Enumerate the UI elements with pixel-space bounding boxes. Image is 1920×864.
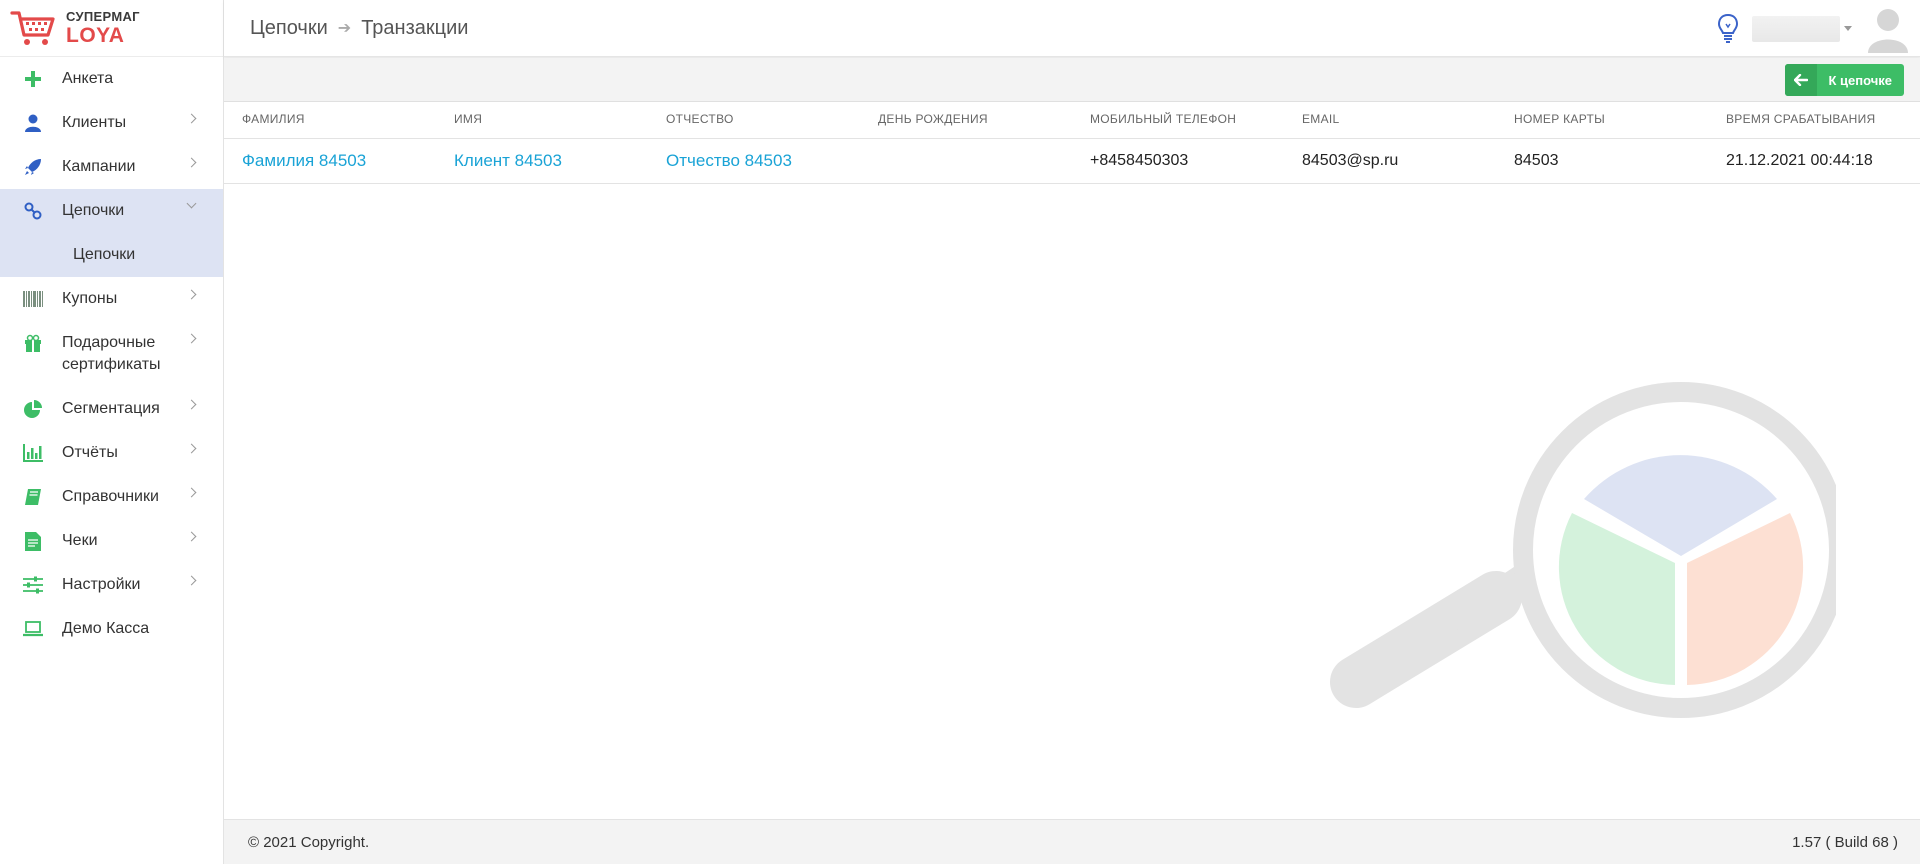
sidebar-item-directories[interactable]: Справочники: [0, 475, 223, 519]
sidebar-menu: Анкета Клиенты Кампании Цепочки Цепочки …: [0, 57, 223, 651]
cell-email: 84503@sp.ru: [1284, 138, 1496, 184]
sidebar-item-label: Справочники: [62, 488, 159, 505]
cart-logo-icon: [10, 11, 55, 45]
sidebar-item-campaigns[interactable]: Кампании: [0, 145, 223, 189]
laptop-icon: [22, 618, 44, 640]
table-header-row: ФАМИЛИЯ ИМЯ ОТЧЕСТВО ДЕНЬ РОЖДЕНИЯ МОБИЛ…: [224, 102, 1920, 139]
sidebar-item-label: Купоны: [62, 290, 118, 307]
transactions-table: ФАМИЛИЯ ИМЯ ОТЧЕСТВО ДЕНЬ РОЖДЕНИЯ МОБИЛ…: [224, 102, 1920, 184]
header-user-area: [1716, 0, 1920, 57]
back-to-chain-button[interactable]: К цепочке: [1785, 64, 1904, 96]
back-to-chain-label: К цепочке: [1828, 72, 1892, 88]
column-header-firstname[interactable]: ИМЯ: [436, 102, 648, 139]
sidebar-item-receipts[interactable]: Чеки: [0, 519, 223, 563]
sidebar-item-settings[interactable]: Настройки: [0, 563, 223, 607]
app-root: СУПЕРМАГ LOYA Анкета Клиенты Кампании Це…: [0, 0, 1920, 864]
table-row: Фамилия 84503 Клиент 84503 Отчество 8450…: [224, 138, 1920, 184]
column-header-patronymic[interactable]: ОТЧЕСТВО: [648, 102, 860, 139]
breadcrumb-item-chains[interactable]: Цепочки: [250, 17, 328, 40]
chevron-right-icon: [186, 157, 197, 168]
sidebar-item-label: Кампании: [62, 158, 136, 175]
caret-down-icon[interactable]: [1844, 26, 1852, 31]
cell-mobile: +8458450303: [1072, 138, 1284, 184]
sidebar-item-label: Демо Касса: [62, 620, 150, 637]
magnifier-pie-watermark-icon: [1330, 382, 1836, 718]
sidebar-item-gift-certificates[interactable]: Подарочные сертификаты: [0, 321, 223, 387]
chevron-right-icon: [186, 575, 197, 586]
chevron-right-icon: [186, 399, 197, 410]
sidebar-item-chains[interactable]: Цепочки: [0, 189, 223, 233]
cell-patronymic-link[interactable]: Отчество 84503: [648, 138, 860, 184]
sidebar-item-label: Подарочные сертификаты: [62, 334, 161, 373]
lightbulb-icon[interactable]: [1716, 13, 1740, 45]
sidebar-subitem-chains[interactable]: Цепочки: [0, 233, 223, 277]
sliders-icon: [22, 574, 44, 596]
breadcrumb: Цепочки ➔ Транзакции: [250, 17, 468, 40]
chevron-down-icon: [186, 198, 197, 209]
sidebar-item-label: Чеки: [62, 532, 98, 549]
chevron-right-icon: [186, 531, 197, 542]
logo-text: СУПЕРМАГ LOYA: [66, 10, 140, 46]
logo[interactable]: СУПЕРМАГ LOYA: [0, 0, 223, 57]
sidebar-item-label: Настройки: [62, 576, 141, 593]
user-icon: [22, 112, 44, 134]
top-header: Цепочки ➔ Транзакции: [224, 0, 1920, 57]
cell-card-number: 84503: [1496, 138, 1708, 184]
gift-icon: [22, 332, 44, 354]
cell-trigger-time: 21.12.2021 00:44:18: [1708, 138, 1920, 184]
main-content: ФАМИЛИЯ ИМЯ ОТЧЕСТВО ДЕНЬ РОЖДЕНИЯ МОБИЛ…: [224, 102, 1920, 819]
column-header-lastname[interactable]: ФАМИЛИЯ: [224, 102, 436, 139]
sidebar-item-label: Клиенты: [62, 114, 127, 131]
cell-lastname-link[interactable]: Фамилия 84503: [224, 138, 436, 184]
book-icon: [22, 486, 44, 508]
logo-line1: СУПЕРМАГ: [66, 9, 140, 24]
sidebar-item-label: Отчёты: [62, 444, 118, 461]
arrow-right-icon: ➔: [337, 20, 352, 37]
logo-line2: LOYA: [66, 24, 125, 47]
sidebar-item-coupons[interactable]: Купоны: [0, 277, 223, 321]
column-header-card-number[interactable]: НОМЕР КАРТЫ: [1496, 102, 1708, 139]
breadcrumb-item-transactions: Транзакции: [361, 16, 469, 39]
column-header-email[interactable]: EMAIL: [1284, 102, 1496, 139]
bar-chart-icon: [22, 442, 44, 464]
barcode-icon: [22, 288, 44, 310]
chevron-right-icon: [186, 333, 197, 344]
sidebar-item-reports[interactable]: Отчёты: [0, 431, 223, 475]
chevron-right-icon: [186, 289, 197, 300]
pie-chart-icon: [22, 398, 44, 420]
copyright-text: © 2021 Copyright.: [248, 833, 370, 851]
column-header-birthday[interactable]: ДЕНЬ РОЖДЕНИЯ: [860, 102, 1072, 139]
receipt-icon: [22, 530, 44, 552]
user-name-dropdown[interactable]: [1752, 15, 1840, 42]
version-text: 1.57 ( Build 68 ): [1792, 833, 1898, 851]
sidebar: СУПЕРМАГ LOYA Анкета Клиенты Кампании Це…: [0, 0, 224, 864]
sidebar-item-anketa[interactable]: Анкета: [0, 57, 223, 101]
toolbar: К цепочке: [224, 58, 1920, 102]
chevron-right-icon: [186, 487, 197, 498]
chevron-right-icon: [186, 443, 197, 454]
sidebar-item-label: Цепочки: [62, 202, 125, 219]
footer: © 2021 Copyright. 1.57 ( Build 68 ): [224, 819, 1920, 864]
chain-icon: [22, 200, 44, 222]
column-header-trigger-time[interactable]: ВРЕМЯ СРАБАТЫВАНИЯ: [1708, 102, 1920, 139]
sidebar-item-label: Сегментация: [62, 400, 160, 417]
column-header-mobile[interactable]: МОБИЛЬНЫЙ ТЕЛЕФОН: [1072, 102, 1284, 139]
chevron-right-icon: [186, 113, 197, 124]
sidebar-item-label: Анкета: [62, 70, 114, 87]
sidebar-item-segmentation[interactable]: Сегментация: [0, 387, 223, 431]
sidebar-item-demo-cashbox[interactable]: Демо Касса: [0, 607, 223, 651]
arrow-left-icon: [1785, 64, 1818, 96]
avatar[interactable]: [1868, 5, 1908, 53]
cell-firstname-link[interactable]: Клиент 84503: [436, 138, 648, 184]
rocket-icon: [22, 156, 44, 178]
plus-icon: [22, 68, 44, 90]
sidebar-item-clients[interactable]: Клиенты: [0, 101, 223, 145]
cell-birthday: [860, 138, 1072, 184]
